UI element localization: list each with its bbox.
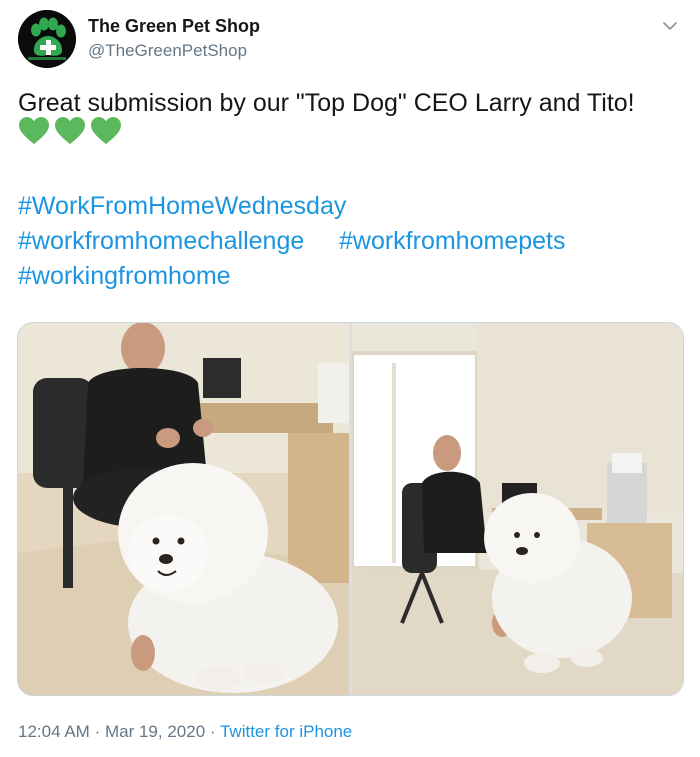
tweet-time[interactable]: 12:04 AM — [18, 722, 90, 741]
hashtag-link[interactable]: #workfromhomepets — [339, 227, 565, 256]
paw-logo-icon — [18, 10, 76, 68]
green-heart-icon — [91, 117, 121, 144]
tweet-source-link[interactable]: Twitter for iPhone — [220, 722, 352, 741]
tweet-date[interactable]: Mar 19, 2020 — [105, 722, 205, 741]
tweet-meta: 12:04 AM · Mar 19, 2020 · Twitter for iP… — [18, 722, 352, 742]
meta-separator: · — [94, 722, 101, 741]
hashtag-link[interactable]: #workingfromhome — [18, 262, 231, 291]
author-name[interactable]: The Green Pet Shop — [88, 16, 260, 37]
emoji-row — [18, 116, 122, 148]
hashtag-link[interactable]: #workfromhomechallenge — [18, 227, 304, 256]
avatar[interactable] — [18, 10, 76, 68]
chevron-down-icon[interactable] — [660, 16, 680, 36]
author-handle[interactable]: @TheGreenPetShop — [88, 41, 247, 61]
media-photo-2[interactable] — [352, 323, 683, 695]
hashtag-link[interactable]: #WorkFromHomeWednesday — [18, 192, 346, 221]
green-heart-icon — [19, 117, 49, 144]
meta-separator: · — [209, 722, 216, 741]
green-heart-icon — [55, 117, 85, 144]
media-photo-1[interactable] — [18, 323, 349, 695]
media-grid — [17, 322, 684, 696]
tweet: The Green Pet Shop @TheGreenPetShop Grea… — [0, 0, 700, 757]
